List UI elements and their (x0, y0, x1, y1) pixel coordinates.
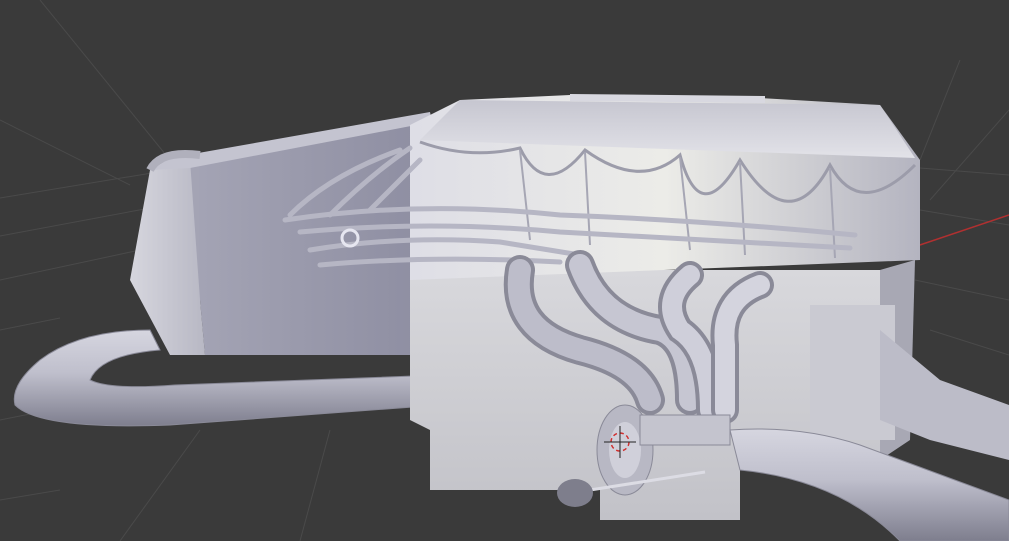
viewport-canvas[interactable] (0, 0, 1009, 541)
x-axis-line (904, 214, 1009, 251)
3d-viewport[interactable] (0, 0, 1009, 541)
engine-top-block (410, 94, 920, 280)
